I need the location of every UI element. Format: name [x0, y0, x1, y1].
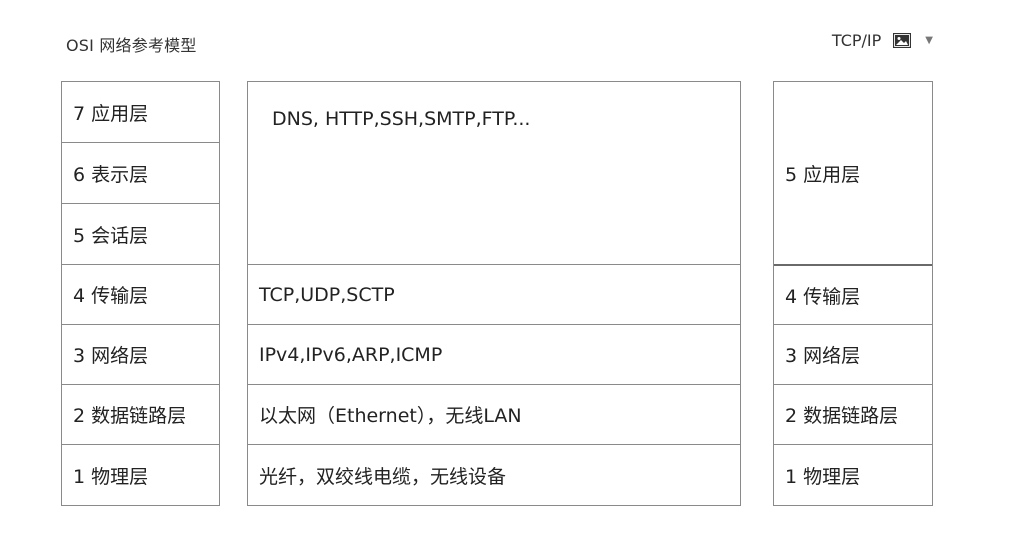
tcpip-layer-1: 1 物理层	[774, 444, 932, 505]
protocols-datalink: 以太网（Ethernet），无线LAN	[248, 384, 740, 444]
osi-layer-7: 7 应用层	[73, 102, 149, 125]
protocols-application: DNS, HTTP,SSH,SMTP,FTP...	[272, 108, 531, 130]
protocols-column: DNS, HTTP,SSH,SMTP,FTP... TCP,UDP,SCTP I…	[247, 81, 741, 506]
osi-layer-3: 3 网络层	[62, 324, 219, 384]
tcpip-layer-3: 3 网络层	[774, 324, 932, 384]
tcpip-layer-4: 4 传输层	[774, 264, 932, 324]
osi-layers-column: 7 应用层 6 表示层 5 会话层 4 传输层 3 网络层 2 数据链路层 1 …	[61, 81, 220, 506]
view-switcher[interactable]: TCP/IP ▼	[832, 31, 933, 50]
protocols-physical: 光纤，双绞线电缆，无线设备	[248, 444, 740, 505]
osi-layer-5: 5 会话层	[62, 203, 219, 264]
osi-layer-4: 4 传输层	[62, 264, 219, 324]
tcpip-layers-column: 5 应用层 4 传输层 3 网络层 2 数据链路层 1 物理层	[773, 81, 933, 506]
page-title: OSI 网络参考模型	[66, 36, 197, 55]
protocols-network: IPv4,IPv6,ARP,ICMP	[248, 324, 740, 384]
tcpip-layer-5: 5 应用层	[785, 163, 861, 186]
osi-layer-6: 6 表示层	[62, 142, 219, 203]
view-label: TCP/IP	[831, 31, 882, 50]
osi-layer-2: 2 数据链路层	[62, 384, 219, 444]
image-icon[interactable]	[893, 33, 912, 48]
osi-layer-1: 1 物理层	[62, 444, 219, 505]
tcpip-layer-2: 2 数据链路层	[774, 384, 932, 444]
chevron-down-icon[interactable]: ▼	[925, 35, 933, 46]
protocols-transport: TCP,UDP,SCTP	[248, 264, 740, 324]
